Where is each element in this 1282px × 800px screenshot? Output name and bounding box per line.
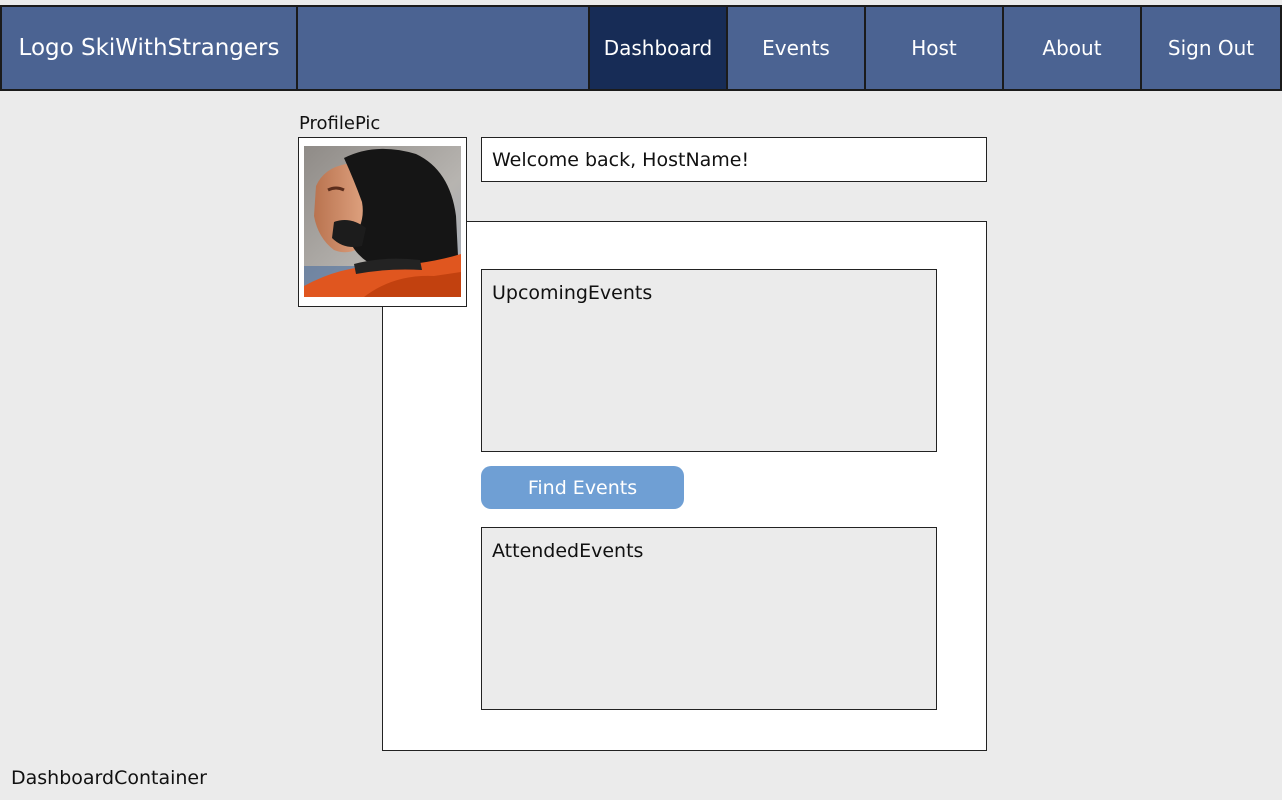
attended-events-title: AttendedEvents xyxy=(492,540,644,562)
dashboard-page: Logo SkiWithStrangers Dashboard Events H… xyxy=(0,0,1282,800)
welcome-message: Welcome back, HostName! xyxy=(481,137,987,182)
nav-sign-out-link[interactable]: Sign Out xyxy=(1142,7,1282,89)
dashboard-container-label: DashboardContainer xyxy=(11,767,207,789)
nav-events-label: Events xyxy=(762,36,830,60)
profile-pic-frame[interactable] xyxy=(298,137,467,307)
nav-dashboard-label: Dashboard xyxy=(603,36,713,60)
top-navbar: Logo SkiWithStrangers Dashboard Events H… xyxy=(0,5,1282,91)
nav-sign-out-label: Sign Out xyxy=(1167,36,1255,60)
welcome-text: Welcome back, HostName! xyxy=(492,148,750,171)
find-events-label: Find Events xyxy=(527,476,638,499)
logo-text: Logo SkiWithStrangers xyxy=(18,35,280,61)
nav-host-label: Host xyxy=(911,36,957,60)
find-events-button[interactable]: Find Events xyxy=(481,466,684,509)
nav-events-link[interactable]: Events xyxy=(728,7,866,89)
attended-events-panel: AttendedEvents xyxy=(481,527,937,710)
nav-dashboard-link[interactable]: Dashboard xyxy=(590,7,728,89)
profile-photo xyxy=(304,146,461,297)
profile-pic-label: ProfilePic xyxy=(299,113,381,134)
navbar-spacer xyxy=(298,7,590,89)
upcoming-events-title: UpcomingEvents xyxy=(492,282,653,304)
avatar-image xyxy=(304,146,461,297)
nav-about-label: About xyxy=(1042,36,1102,60)
nav-about-link[interactable]: About xyxy=(1004,7,1142,89)
upcoming-events-panel: UpcomingEvents xyxy=(481,269,937,452)
logo[interactable]: Logo SkiWithStrangers xyxy=(0,7,298,89)
nav-host-link[interactable]: Host xyxy=(866,7,1004,89)
